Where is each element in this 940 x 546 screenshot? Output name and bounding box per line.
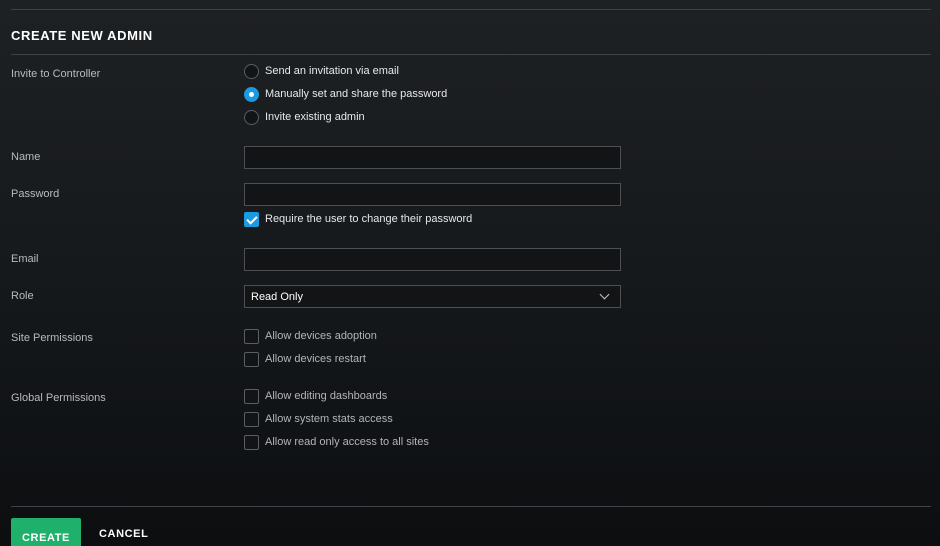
checkbox-label: Allow read only access to all sites [265,436,429,448]
site-permissions-label: Site Permissions [11,332,93,344]
role-select[interactable]: Read Only [244,285,621,308]
radio-button-selected[interactable] [244,86,259,102]
checkbox[interactable] [244,388,259,404]
radio-button[interactable] [244,63,259,79]
top-divider [11,9,931,10]
role-selected-value: Read Only [251,290,303,303]
checkbox-checked[interactable] [244,211,259,227]
name-label: Name [11,151,41,163]
allow-devices-adoption[interactable]: Allow devices adoption [244,328,377,344]
checkbox-label: Allow editing dashboards [265,390,388,402]
create-button[interactable]: CREATE [11,518,81,546]
radio-manual-password[interactable]: Manually set and share the password [244,86,447,102]
email-label: Email [11,253,39,265]
allow-devices-restart[interactable]: Allow devices restart [244,351,366,367]
password-input[interactable] [244,183,621,206]
allow-editing-dashboards[interactable]: Allow editing dashboards [244,388,387,404]
radio-button[interactable] [244,109,259,125]
email-input[interactable] [244,248,621,271]
allow-read-only-all-sites[interactable]: Allow read only access to all sites [244,434,429,450]
checkbox[interactable] [244,328,259,344]
title-divider [11,54,931,55]
checkbox[interactable] [244,351,259,367]
checkbox-label: Allow devices adoption [265,330,377,342]
checkbox[interactable] [244,411,259,427]
footer-divider [11,506,931,507]
create-admin-form: CREATE NEW ADMIN Invite to Controller Se… [0,0,940,546]
radio-invite-existing[interactable]: Invite existing admin [244,109,365,125]
checkbox-label: Allow devices restart [265,353,366,365]
require-password-change[interactable]: Require the user to change their passwor… [244,211,472,227]
chevron-down-icon [599,289,610,300]
password-label: Password [11,188,60,200]
radio-label: Send an invitation via email [265,65,399,77]
invite-label: Invite to Controller [11,68,101,80]
allow-system-stats-access[interactable]: Allow system stats access [244,411,393,427]
radio-label: Invite existing admin [265,111,365,123]
cancel-button[interactable]: CANCEL [99,528,148,540]
checkbox-label: Require the user to change their passwor… [265,213,473,225]
role-label: Role [11,290,34,302]
name-input[interactable] [244,146,621,169]
page-title: CREATE NEW ADMIN [11,28,153,43]
radio-label: Manually set and share the password [265,88,448,100]
checkbox-label: Allow system stats access [265,413,393,425]
checkbox[interactable] [244,434,259,450]
radio-send-invitation[interactable]: Send an invitation via email [244,63,399,79]
global-permissions-label: Global Permissions [11,392,106,404]
